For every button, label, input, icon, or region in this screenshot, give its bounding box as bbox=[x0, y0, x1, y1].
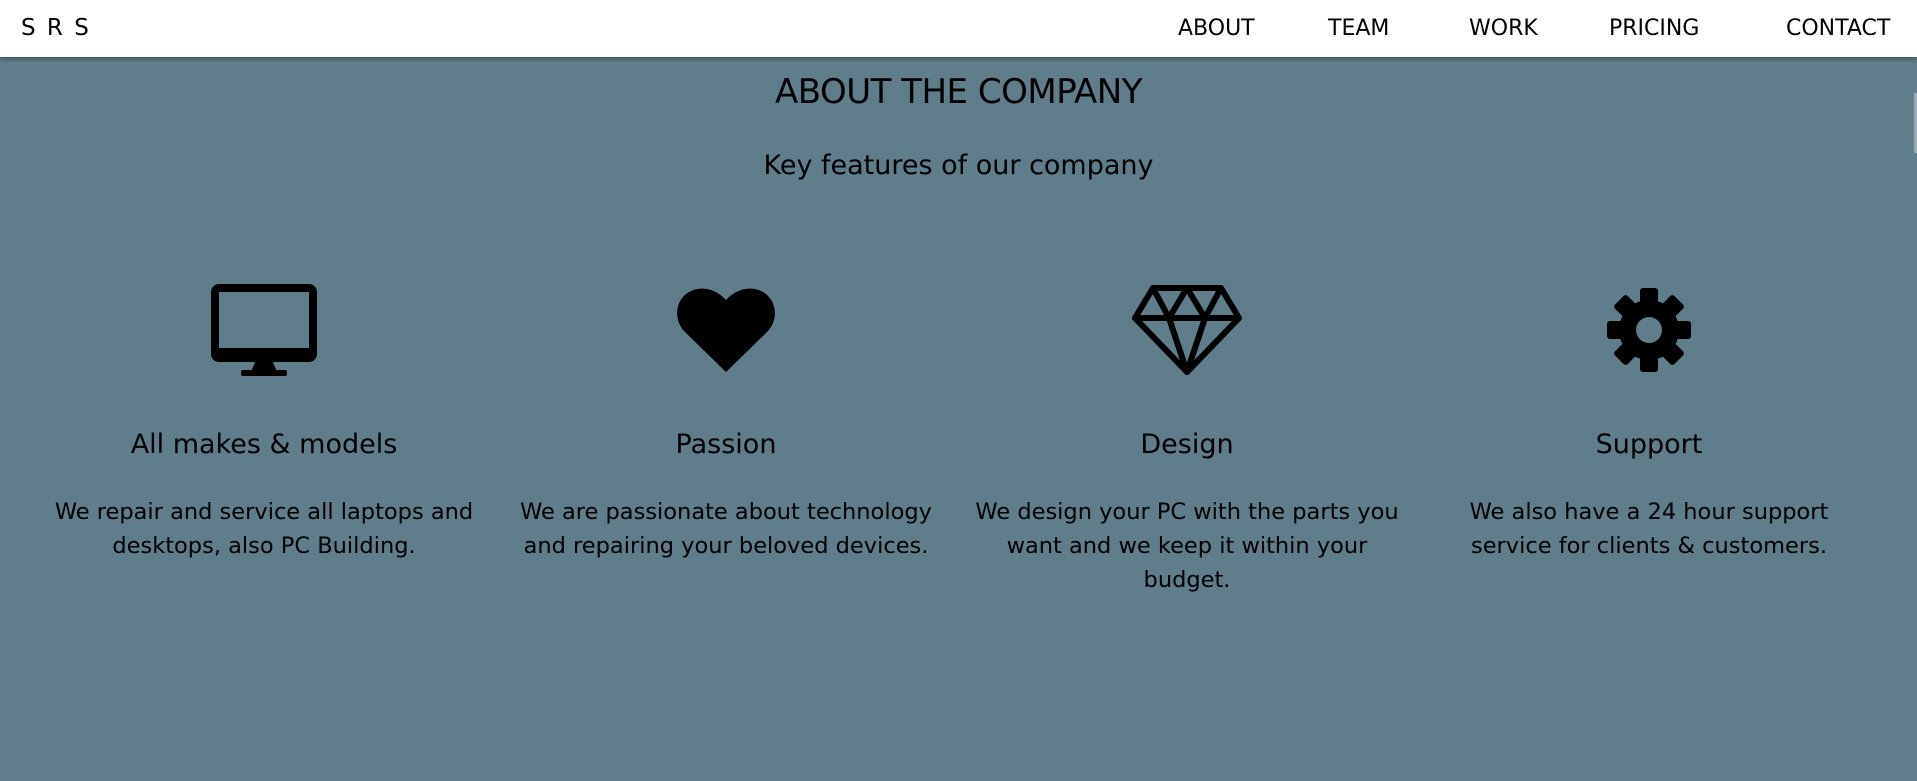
feature-text: We are passionate about technology and r… bbox=[520, 499, 932, 559]
feature-text: We design your PC with the parts you wan… bbox=[975, 499, 1399, 593]
section-title: ABOUT THE COMPANY bbox=[775, 72, 1142, 112]
feature-card-makes-models: All makes & models We repair and service… bbox=[44, 275, 484, 559]
desktop-icon bbox=[44, 275, 484, 385]
feature-title: Design bbox=[1140, 429, 1234, 460]
nav-link-contact[interactable]: CONTACT bbox=[1786, 0, 1890, 57]
top-navbar: S R S ABOUT TEAM WORK PRICING CONTACT bbox=[0, 0, 1917, 57]
section-subtitle: Key features of our company bbox=[763, 150, 1154, 181]
feature-title: Support bbox=[1595, 429, 1703, 460]
feature-title: Passion bbox=[675, 429, 777, 460]
feature-card-passion: Passion We are passionate about technolo… bbox=[506, 275, 946, 559]
feature-text: We also have a 24 hour support service f… bbox=[1469, 499, 1829, 559]
feature-title: All makes & models bbox=[130, 429, 398, 460]
feature-card-support: Support We also have a 24 hour support s… bbox=[1429, 275, 1869, 559]
nav-link-pricing[interactable]: PRICING bbox=[1609, 0, 1699, 57]
nav-link-work[interactable]: WORK bbox=[1469, 0, 1538, 57]
gear-icon bbox=[1429, 275, 1869, 385]
diamond-icon bbox=[967, 275, 1407, 385]
nav-link-about[interactable]: ABOUT bbox=[1178, 0, 1255, 57]
feature-text: We repair and service all laptops and de… bbox=[54, 499, 474, 559]
heart-icon bbox=[506, 275, 946, 385]
brand-logo[interactable]: S R S bbox=[21, 0, 91, 57]
feature-card-design: Design We design your PC with the parts … bbox=[967, 275, 1407, 593]
nav-link-team[interactable]: TEAM bbox=[1328, 0, 1389, 57]
